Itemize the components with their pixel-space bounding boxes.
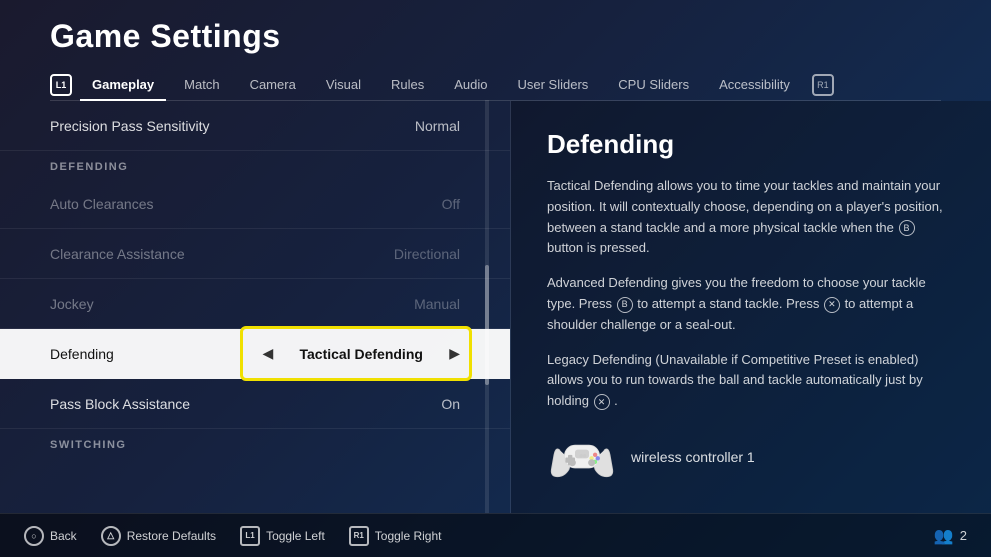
tab-cpu-sliders[interactable]: CPU Sliders xyxy=(606,69,701,100)
scroll-indicator xyxy=(485,100,489,513)
detail-panel: Defending Tactical Defending allows you … xyxy=(511,101,991,513)
users-section: 👥 2 xyxy=(934,526,967,546)
tab-gameplay[interactable]: Gameplay xyxy=(80,69,166,100)
setting-row-auto-clearances[interactable]: Auto Clearances Off xyxy=(0,179,510,229)
scroll-thumb xyxy=(485,265,489,385)
setting-row-jockey[interactable]: Jockey Manual xyxy=(0,279,510,329)
tab-visual[interactable]: Visual xyxy=(314,69,373,100)
defending-value-selector: ◀ Tactical Defending ▶ xyxy=(262,345,460,362)
setting-row-pass-block[interactable]: Pass Block Assistance On xyxy=(0,379,510,429)
header: Game Settings L1 Gameplay Match Camera V… xyxy=(0,0,991,101)
settings-panel: Precision Pass Sensitivity Normal DEFEND… xyxy=(0,101,510,513)
users-count: 2 xyxy=(960,528,967,543)
toggle-left-button-icon: L1 xyxy=(240,526,260,546)
x-button-icon-2: ✕ xyxy=(594,394,610,410)
nav-tabs: L1 Gameplay Match Camera Visual Rules Au… xyxy=(50,69,941,101)
setting-row-defending[interactable]: Defending ◀ Tactical Defending ▶ xyxy=(0,329,510,379)
section-header-defending: DEFENDING xyxy=(0,151,510,179)
detail-text-2: Advanced Defending gives you the freedom… xyxy=(547,273,955,335)
action-back[interactable]: ○ Back xyxy=(24,526,77,546)
tab-rules[interactable]: Rules xyxy=(379,69,436,100)
l1-badge: L1 xyxy=(50,74,72,96)
section-header-switching: SWITCHING xyxy=(0,429,510,457)
bottom-bar: ○ Back △ Restore Defaults L1 Toggle Left… xyxy=(0,513,991,557)
users-icon: 👥 xyxy=(934,526,954,546)
detail-title: Defending xyxy=(547,129,955,160)
controller-svg xyxy=(547,432,617,482)
b-button-icon-2: B xyxy=(617,297,633,313)
page-title: Game Settings xyxy=(50,18,941,55)
tab-match[interactable]: Match xyxy=(172,69,231,100)
tab-camera[interactable]: Camera xyxy=(238,69,308,100)
tab-user-sliders[interactable]: User Sliders xyxy=(506,69,601,100)
selector-left-arrow[interactable]: ◀ xyxy=(262,345,273,362)
detail-text-1: Tactical Defending allows you to time yo… xyxy=(547,176,955,259)
x-button-icon: ✕ xyxy=(824,297,840,313)
toggle-right-button-icon: R1 xyxy=(349,526,369,546)
action-toggle-left[interactable]: L1 Toggle Left xyxy=(240,526,325,546)
selector-right-arrow[interactable]: ▶ xyxy=(449,345,460,362)
tab-accessibility[interactable]: Accessibility xyxy=(707,69,802,100)
setting-row-clearance-assistance[interactable]: Clearance Assistance Directional xyxy=(0,229,510,279)
controller-section: wireless controller 1 xyxy=(547,432,955,482)
detail-text-3: Legacy Defending (Unavailable if Competi… xyxy=(547,350,955,412)
back-button-icon: ○ xyxy=(24,526,44,546)
action-toggle-right[interactable]: R1 Toggle Right xyxy=(349,526,442,546)
tab-audio[interactable]: Audio xyxy=(442,69,499,100)
main-body: Precision Pass Sensitivity Normal DEFEND… xyxy=(0,101,991,513)
action-restore[interactable]: △ Restore Defaults xyxy=(101,526,216,546)
restore-button-icon: △ xyxy=(101,526,121,546)
controller-name: wireless controller 1 xyxy=(631,449,755,465)
b-button-icon: B xyxy=(899,220,915,236)
r1-badge: R1 xyxy=(812,74,834,96)
app-container: Game Settings L1 Gameplay Match Camera V… xyxy=(0,0,991,557)
setting-row-precision-pass[interactable]: Precision Pass Sensitivity Normal xyxy=(0,101,510,151)
